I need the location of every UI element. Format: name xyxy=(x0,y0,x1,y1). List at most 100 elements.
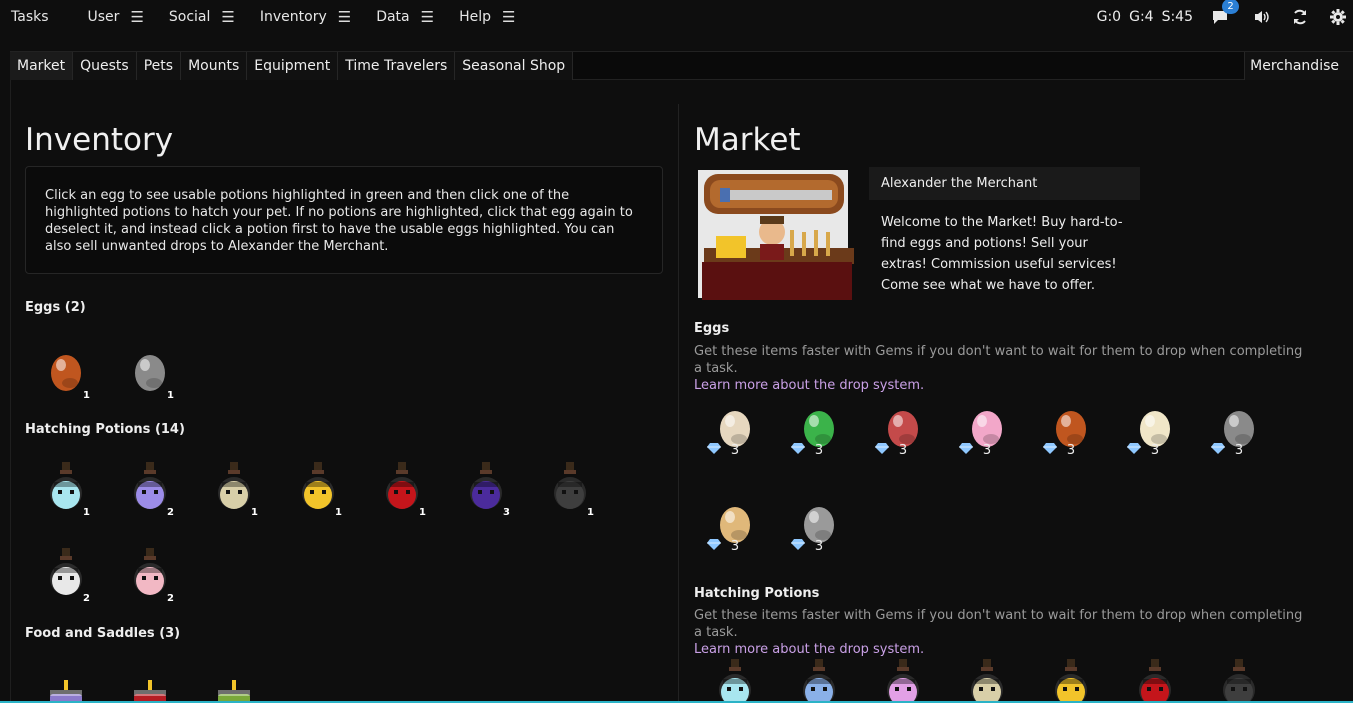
potatoe-food[interactable] xyxy=(204,660,264,703)
tab-seasonal-shop[interactable]: Seasonal Shop xyxy=(455,52,574,80)
fox-egg[interactable]: 3 xyxy=(1041,397,1101,458)
item-quantity: 3 xyxy=(503,507,510,518)
gem-icon xyxy=(791,539,805,550)
golden-potion[interactable]: 1 xyxy=(288,458,348,518)
skeleton-potion[interactable]: 1 xyxy=(36,458,96,518)
gem-icon xyxy=(959,443,973,454)
item-price: 3 xyxy=(1125,443,1185,458)
price-value: 3 xyxy=(982,443,992,458)
nav-inventory[interactable]: Inventory ☰ xyxy=(260,8,351,26)
item-quantity: 1 xyxy=(167,390,174,401)
pink-potion[interactable] xyxy=(873,655,933,703)
market-eggs-note: Get these items faster with Gems if you … xyxy=(694,343,1314,394)
item-quantity: 1 xyxy=(83,507,90,518)
item-quantity: 2 xyxy=(167,507,174,518)
settings-icon[interactable] xyxy=(1329,8,1347,26)
nav-label: Social xyxy=(168,9,211,25)
chat-icon[interactable]: 2 xyxy=(1211,0,1239,26)
tab-merchandise[interactable]: Merchandise xyxy=(1244,52,1353,80)
column-divider xyxy=(678,104,679,703)
gem-icon xyxy=(1043,443,1057,454)
item-quantity: 2 xyxy=(167,593,174,604)
lion-cub-egg[interactable]: 3 xyxy=(1125,397,1185,458)
item-quantity: 2 xyxy=(83,593,90,604)
tab-mounts[interactable]: Mounts xyxy=(181,52,248,80)
desert-potion[interactable]: 1 xyxy=(204,458,264,518)
flying-pig-egg[interactable]: 3 xyxy=(957,397,1017,458)
nav-label: Help xyxy=(459,9,491,25)
drop-note-text: Get these items faster with Gems if you … xyxy=(694,608,1303,640)
inventory-eggs-title: Eggs (2) xyxy=(25,300,86,315)
drop-system-link[interactable]: Learn more about the drop system. xyxy=(694,378,924,393)
shadow-potion[interactable]: 3 xyxy=(456,458,516,518)
inventory-title: Inventory xyxy=(25,122,174,158)
gem-icon xyxy=(1211,443,1225,454)
gem-icon xyxy=(707,539,721,550)
nav-label: User xyxy=(87,9,120,25)
cactus-egg[interactable]: 3 xyxy=(789,397,849,458)
tab-time-travelers[interactable]: Time Travelers xyxy=(338,52,456,80)
fox-egg[interactable]: 1 xyxy=(36,341,96,401)
white-potion[interactable]: 2 xyxy=(36,544,96,604)
item-quantity: 1 xyxy=(83,390,90,401)
inventory-info-text: Click an egg to see usable potions highl… xyxy=(45,188,633,254)
gems-stat: G:4 xyxy=(1129,9,1154,25)
nav-tasks[interactable]: Tasks xyxy=(11,9,49,25)
blue-potion[interactable] xyxy=(789,655,849,703)
zombie-potion[interactable]: 1 xyxy=(540,458,600,518)
item-quantity: 1 xyxy=(587,507,594,518)
sync-icon[interactable] xyxy=(1291,8,1309,26)
tiger-cub-egg[interactable]: 3 xyxy=(705,493,765,554)
red-cake-food[interactable] xyxy=(120,660,180,703)
price-value: 3 xyxy=(730,443,740,458)
market-eggs-title: Eggs xyxy=(694,321,730,336)
menu-icon: ☰ xyxy=(221,8,235,26)
gem-icon xyxy=(791,443,805,454)
nav-user[interactable]: User ☰ xyxy=(88,8,144,26)
notification-badge: 2 xyxy=(1222,0,1239,14)
sound-icon[interactable] xyxy=(1253,8,1271,26)
price-value: 3 xyxy=(1234,443,1244,458)
tab-market[interactable]: Market xyxy=(10,52,74,80)
cake-food-icon xyxy=(50,680,82,703)
pink-potion-icon xyxy=(887,659,919,703)
nav-data[interactable]: Data ☰ xyxy=(376,8,434,26)
desert-potion[interactable] xyxy=(957,655,1017,703)
nav-social[interactable]: Social ☰ xyxy=(169,8,235,26)
menu-icon: ☰ xyxy=(502,8,516,26)
top-bar: Tasks User ☰ Social ☰ Inventory ☰ Data ☰ Hel… xyxy=(0,0,1353,34)
panda-egg[interactable]: 1 xyxy=(120,341,180,401)
tab-quests[interactable]: Quests xyxy=(73,52,137,80)
skeleton-potion[interactable] xyxy=(705,655,765,703)
tab-pets[interactable]: Pets xyxy=(136,52,182,80)
panda-egg[interactable]: 3 xyxy=(1209,397,1269,458)
desert-potion-icon xyxy=(971,659,1003,703)
gem-icon xyxy=(875,443,889,454)
red-potion[interactable] xyxy=(1125,655,1185,703)
inventory-food-title: Food and Saddles (3) xyxy=(25,626,181,641)
purple-potion[interactable]: 2 xyxy=(120,458,180,518)
item-price: 3 xyxy=(705,539,765,554)
tab-equipment[interactable]: Equipment xyxy=(247,52,339,80)
zombie-potion[interactable] xyxy=(1209,655,1269,703)
nav-label: Tasks xyxy=(11,9,49,25)
nav-help[interactable]: Help ☰ xyxy=(459,8,515,26)
bunny-egg[interactable]: 3 xyxy=(705,397,765,458)
merchant-welcome-text: Welcome to the Market! Buy hard-to-find … xyxy=(881,215,1123,293)
cotton-candy-pink-potion[interactable]: 2 xyxy=(120,544,180,604)
zombie-potion-icon xyxy=(1223,659,1255,703)
blue-potion-icon xyxy=(803,659,835,703)
item-quantity: 1 xyxy=(335,507,342,518)
price-value: 3 xyxy=(1150,443,1160,458)
red-cake-food-icon xyxy=(134,680,166,703)
item-price: 3 xyxy=(873,443,933,458)
cake-food[interactable] xyxy=(36,660,96,703)
toolbar: G:0 G:4 S:45 2 xyxy=(1097,0,1353,34)
gold-stat: G:0 xyxy=(1096,9,1122,25)
wolf-egg[interactable]: 3 xyxy=(789,493,849,554)
drop-note-text: Get these items faster with Gems if you … xyxy=(694,344,1303,376)
menu-icon: ☰ xyxy=(130,8,144,26)
red-potion[interactable]: 1 xyxy=(372,458,432,518)
dragon-egg[interactable]: 3 xyxy=(873,397,933,458)
golden-potion[interactable] xyxy=(1041,655,1101,703)
